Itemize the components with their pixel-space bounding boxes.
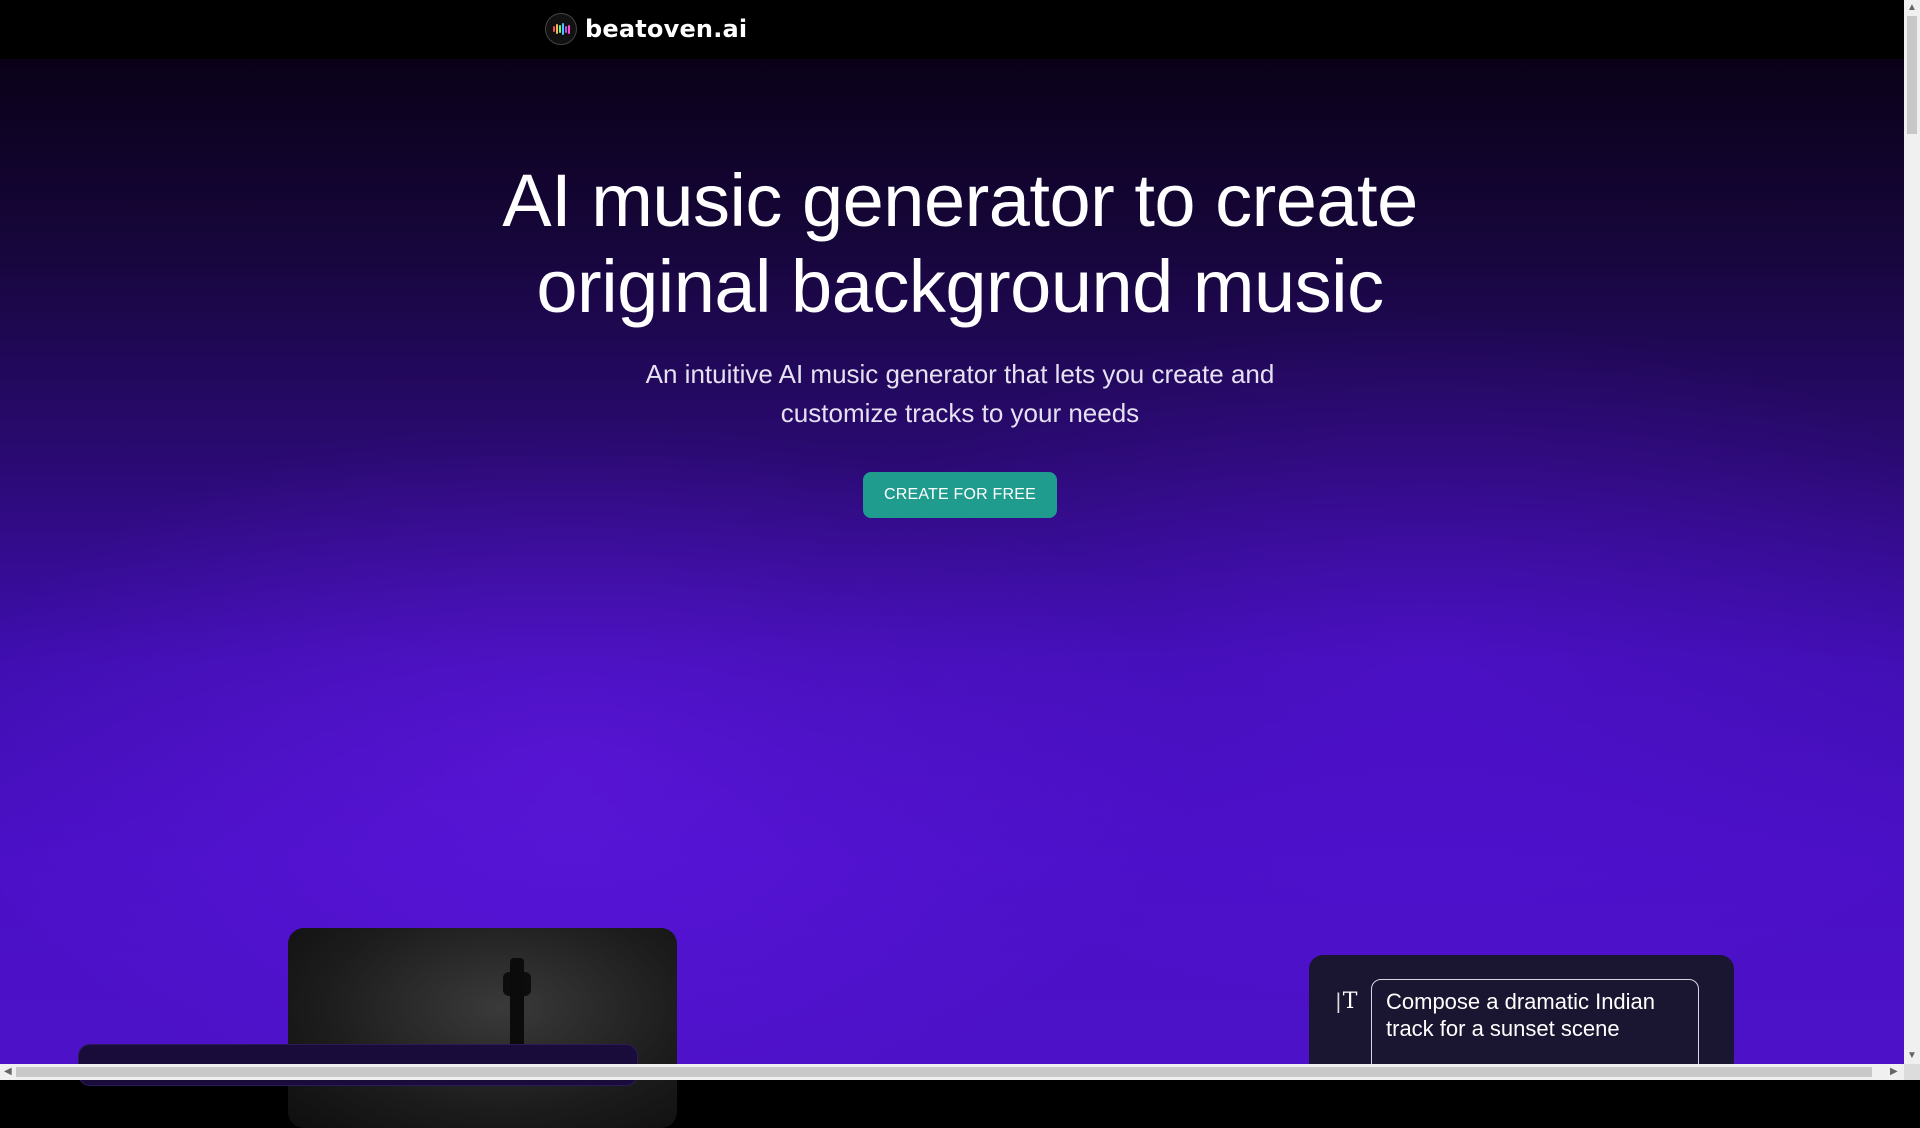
scroll-down-arrow-icon[interactable]: ▼ — [1907, 1050, 1917, 1061]
guitar-photo-card — [288, 928, 677, 1128]
create-for-free-button[interactable]: CREATE FOR FREE — [863, 472, 1057, 518]
hero-subtitle: An intuitive AI music generator that let… — [0, 355, 1920, 433]
hero-headline-line1: AI music generator to create — [502, 159, 1418, 242]
scrollbar-corner — [1904, 1064, 1920, 1080]
brand-name: beatoven.ai — [585, 15, 748, 43]
prompt-card: |T Compose a dramatic Indian track for a… — [1309, 955, 1734, 1075]
text-icon-label: T — [1342, 989, 1358, 1014]
scroll-up-arrow-icon[interactable]: ▲ — [1907, 2, 1917, 13]
brand-logo[interactable]: beatoven.ai — [545, 13, 747, 45]
hero-headline-line2: original background music — [536, 245, 1384, 328]
hero-subtitle-line2: customize tracks to your needs — [780, 398, 1140, 428]
waveform-logo-icon — [545, 13, 577, 45]
top-nav-bar: beatoven.ai — [0, 0, 1904, 59]
text-cursor-icon: |T — [1335, 989, 1358, 1014]
prompt-text-box[interactable]: Compose a dramatic Indian track for a su… — [1371, 979, 1699, 1075]
scroll-left-arrow-icon[interactable]: ◀ — [4, 1066, 12, 1077]
vertical-scrollbar[interactable]: ▲ ▼ — [1904, 0, 1920, 1064]
hero-headline: AI music generator to create original ba… — [0, 158, 1920, 330]
hero-subtitle-line1: An intuitive AI music generator that let… — [645, 359, 1275, 389]
horizontal-scrollbar[interactable]: ◀ ▶ — [0, 1064, 1904, 1080]
vertical-scroll-thumb[interactable] — [1907, 16, 1917, 134]
scroll-right-arrow-icon[interactable]: ▶ — [1890, 1066, 1898, 1077]
horizontal-scroll-thumb[interactable] — [16, 1067, 1872, 1077]
